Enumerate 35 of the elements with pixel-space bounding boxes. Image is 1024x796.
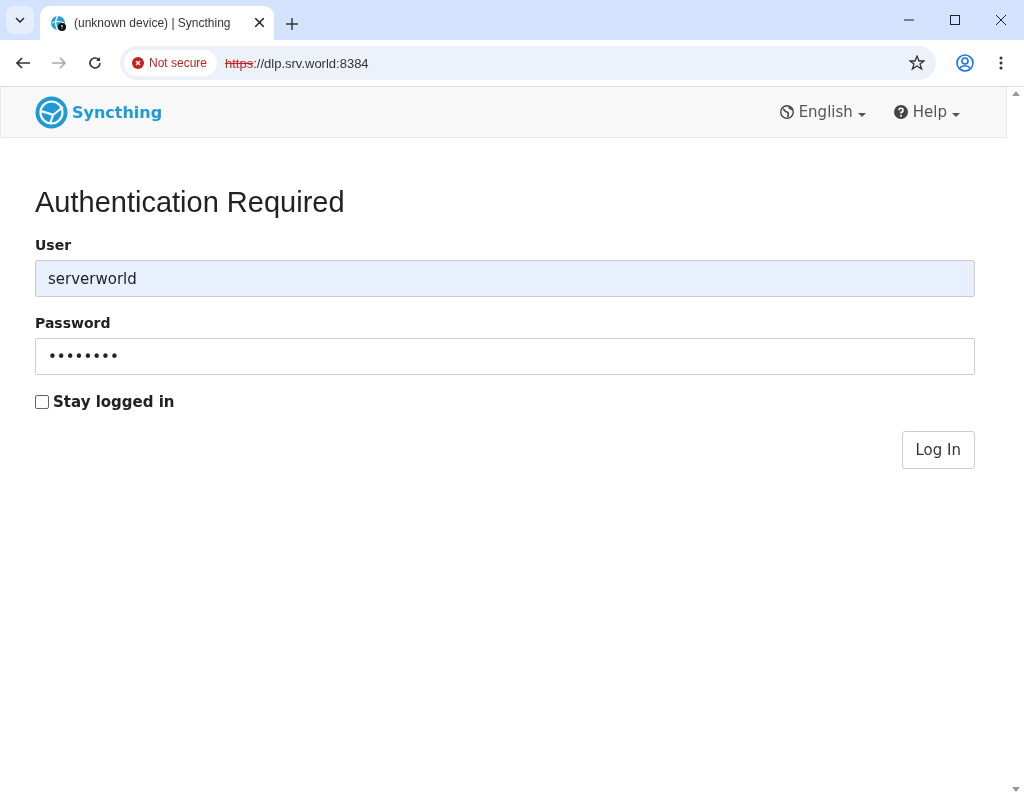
close-icon <box>996 15 1006 25</box>
close-tab-icon <box>255 18 264 27</box>
menu-icon <box>999 56 1003 70</box>
scroll-up-icon[interactable] <box>1011 91 1020 96</box>
address-bar[interactable]: https://dlp.srv.world:8384 <box>225 55 369 71</box>
checkbox-label[interactable]: Stay logged in <box>53 393 175 411</box>
forward-arrow-icon <box>52 57 66 69</box>
question-circle-icon <box>893 105 908 119</box>
field-label: User <box>35 237 72 253</box>
field-label: Password <box>35 315 111 331</box>
plus-icon <box>286 18 298 30</box>
back-arrow-icon <box>16 57 30 69</box>
reload-icon <box>88 56 102 70</box>
globe-icon <box>50 15 66 31</box>
tab-list-button[interactable] <box>6 6 34 34</box>
maximize-icon <box>950 15 960 25</box>
dropdown-menu-toggle[interactable]: Help <box>893 103 960 121</box>
dropdown-menu-toggle[interactable]: English <box>779 103 866 121</box>
stay-logged-in-checkbox[interactable] <box>35 395 49 409</box>
profile-icon <box>956 54 974 72</box>
input-field[interactable]: •••••••• <box>35 338 975 375</box>
globe-icon <box>779 105 794 119</box>
scroll-down-icon[interactable] <box>1011 787 1020 792</box>
caret-icon <box>857 113 866 117</box>
star-icon <box>909 55 925 71</box>
browser-tab[interactable]: (unknown device) | Syncthing <box>40 6 274 40</box>
page-heading: Authentication Required <box>35 186 345 219</box>
caret-icon <box>952 113 960 117</box>
error-icon <box>132 57 144 69</box>
log-in-button[interactable]: Log In <box>901 431 975 469</box>
minimize-icon <box>904 19 914 21</box>
input-field[interactable]: serverworld <box>35 260 975 297</box>
syncthing-logo-icon <box>35 95 68 129</box>
chevron-down-icon <box>15 17 25 23</box>
security-chip[interactable]: Not secure <box>124 50 218 76</box>
